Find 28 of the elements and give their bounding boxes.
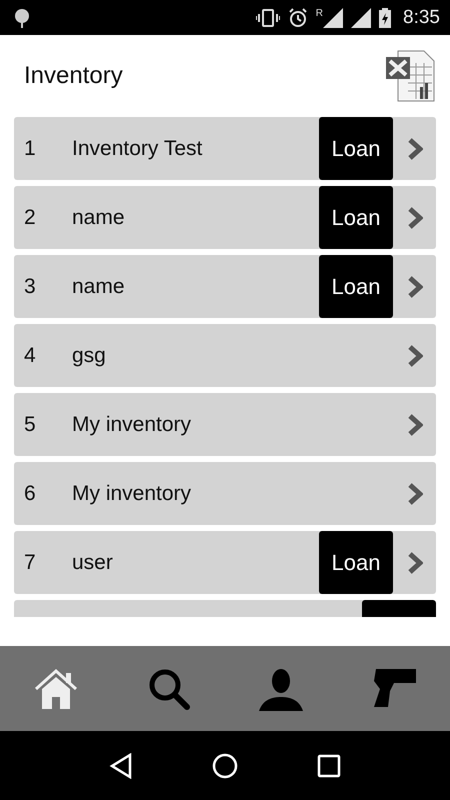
inventory-name: My inventory <box>72 482 192 506</box>
row-number: 7 <box>23 550 37 574</box>
inventory-row[interactable]: 7 user Loan <box>14 531 436 594</box>
row-number: 3 <box>23 274 37 298</box>
loan-badge: Loan <box>319 255 393 318</box>
row-number: 2 <box>23 206 37 230</box>
loan-badge: Loan <box>319 531 393 594</box>
row-number: 1 <box>23 136 37 160</box>
inventory-name: name <box>72 274 126 298</box>
inventory-row[interactable]: 2 name Loan <box>14 186 436 249</box>
roaming-label: R <box>316 8 324 19</box>
inventory-row[interactable]: 3 name Loan <box>14 255 436 318</box>
row-number: 4 <box>23 344 37 368</box>
inventory-name: gsg <box>72 344 107 368</box>
row-number: 6 <box>23 482 37 506</box>
inventory-name: user <box>72 550 114 574</box>
clock-time: 8:35 <box>403 6 440 28</box>
inventory-row[interactable]: 6 My inventory <box>14 462 436 525</box>
loan-badge: Loan <box>319 117 393 180</box>
inventory-name: My inventory <box>72 412 192 436</box>
inventory-name: Inventory Test <box>72 136 204 160</box>
inventory-row[interactable]: 1 Inventory Test Loan <box>14 117 436 180</box>
loan-badge: Loan <box>319 186 393 249</box>
inventory-name: name <box>72 206 126 230</box>
row-number: 5 <box>23 412 37 436</box>
page-title: Inventory <box>24 62 123 90</box>
inventory-row[interactable]: 5 My inventory <box>14 393 436 456</box>
inventory-row[interactable]: 4 gsg <box>14 324 436 387</box>
